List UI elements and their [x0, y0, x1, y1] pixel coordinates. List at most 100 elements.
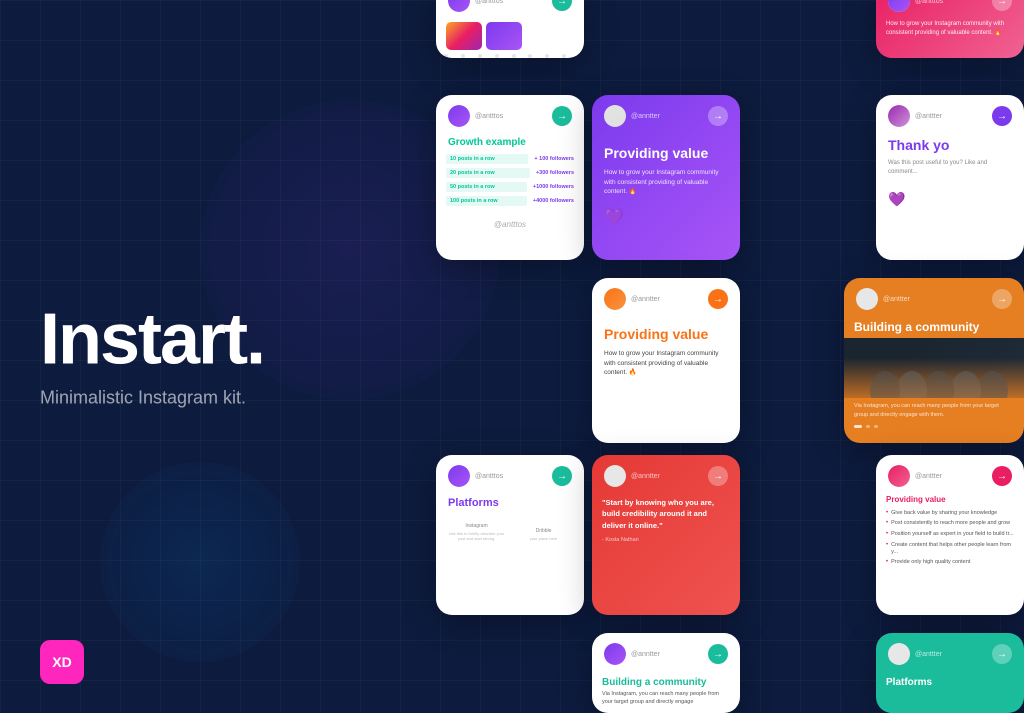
card-username: @anntter: [631, 473, 708, 480]
card-arrow: →: [992, 106, 1012, 126]
dribbble-label: Dribble: [536, 528, 552, 534]
platforms-title: Platforms: [436, 493, 584, 515]
card-providing-purple-header: @anntter →: [592, 95, 740, 133]
quote-text: "Start by knowing who you are, build cre…: [592, 493, 740, 535]
brand-subtitle: Minimalistic Instagram kit.: [40, 388, 264, 409]
xd-badge: XD: [40, 640, 84, 684]
thank-title: Thank yo: [876, 133, 1024, 159]
card-arrow: →: [708, 289, 728, 309]
platform-images: [436, 18, 584, 54]
providing-list-title: Providing value: [876, 493, 1024, 506]
card-building-bottom: @anntter → Building a community Via Inst…: [592, 633, 740, 713]
card-growth: @antttos → Growth example 10 posts in a …: [436, 95, 584, 260]
avatar: [888, 643, 910, 665]
growth-row-1: 10 posts in a row + 100 followers: [446, 154, 574, 164]
growth-row-4: 100 posts in a row +4000 followers: [446, 196, 574, 206]
brand-title: Instart.: [40, 304, 264, 376]
card-top-platforms: @antttos →: [436, 0, 584, 58]
dot: [545, 54, 549, 58]
avatar: [604, 643, 626, 665]
card-providing-white-header: @anntter →: [592, 278, 740, 316]
card-providing-white: @anntter → Providing value How to grow y…: [592, 278, 740, 443]
bullet: •: [886, 559, 888, 567]
dot: [512, 54, 516, 58]
bottom-building-title: Building a community: [592, 671, 740, 691]
card-building: @anttter → Building a community Via Inst…: [844, 278, 1024, 443]
card-arrow: →: [992, 644, 1012, 664]
thank-desc: Was this post useful to you? Like and co…: [876, 159, 1024, 177]
card-platforms-bottom-header: @anttter →: [876, 633, 1024, 671]
card-username: @antttos: [475, 473, 552, 480]
dot: [461, 54, 465, 58]
dot: [478, 54, 482, 58]
growth-value: +300 followers: [536, 170, 574, 176]
card-growth-header: @antttos →: [436, 95, 584, 133]
avatar-img: [604, 288, 626, 310]
bullet: •: [886, 531, 888, 539]
bullet: •: [886, 510, 888, 518]
card-arrow: →: [708, 466, 728, 486]
growth-label: 100 posts in a row: [446, 196, 527, 206]
mini-dot-grid: [436, 54, 584, 58]
card-top-platforms-header: @antttos →: [436, 0, 584, 18]
card-building-bottom-header: @anntter →: [592, 633, 740, 671]
building-desc-text: Via Instagram, you can reach many people…: [854, 402, 1014, 419]
branding-section: Instart. Minimalistic Instagram kit.: [40, 304, 264, 409]
avatar-img: [888, 0, 910, 12]
avatar: [856, 288, 878, 310]
bottom-building-desc: Via Instagram, you can reach many people…: [592, 691, 740, 706]
card-top-pink: @antttos → How to grow your Instagram co…: [876, 0, 1024, 58]
card-arrow: →: [708, 644, 728, 664]
value-item-4: • Create content that helps other people…: [886, 540, 1014, 557]
card-arrow: →: [708, 106, 728, 126]
card-platforms: @antttos → Platforms Instagram Use this …: [436, 455, 584, 615]
growth-label: 20 posts in a row: [446, 168, 530, 178]
card-arrow: →: [552, 466, 572, 486]
avatar: [448, 105, 470, 127]
card-username: @antttos: [915, 0, 992, 5]
providing-title: Providing value: [592, 141, 740, 168]
card-arrow: →: [992, 466, 1012, 486]
dot: [495, 54, 499, 58]
card-providing-purple: @anntter → Providing value How to grow y…: [592, 95, 740, 260]
growth-row-2: 20 posts in a row +300 followers: [446, 168, 574, 178]
card-username: @anttter: [915, 473, 992, 480]
bottom-platforms-title: Platforms: [876, 671, 1024, 691]
card-arrow: →: [552, 0, 572, 11]
instagram-desc: Use this to briefly describe your post a…: [446, 531, 507, 541]
instagram-label: Instagram: [465, 523, 487, 529]
avatar-img: [888, 465, 910, 487]
growth-value: + 100 followers: [534, 156, 574, 162]
card-username: @anttter: [915, 113, 992, 120]
growth-label: 10 posts in a row: [446, 154, 528, 164]
providing-desc-dark: How to grow your Instagram community wit…: [592, 349, 740, 378]
value-list: • Give back value by sharing your knowle…: [876, 506, 1024, 570]
dot: [444, 54, 448, 58]
avatar: [888, 105, 910, 127]
card-thank-you: @anttter → Thank yo Was this post useful…: [876, 95, 1024, 260]
growth-title: Growth example: [436, 133, 584, 154]
bullet: •: [886, 520, 888, 528]
growth-row-3: 50 posts in a row +1000 followers: [446, 182, 574, 192]
cards-area: @antttos → @antttos → How to grow: [424, 0, 1024, 712]
avatar: [448, 465, 470, 487]
card-arrow: →: [992, 0, 1012, 11]
avatar: [888, 0, 910, 12]
card-username: @anttter: [915, 651, 992, 658]
dribbble-platform: Dribble your place here: [513, 521, 574, 541]
card-platforms-bottom: @anttter → Platforms: [876, 633, 1024, 713]
growth-value: +1000 followers: [533, 184, 574, 190]
building-title: Building a community: [844, 316, 1024, 338]
growth-value: +4000 followers: [533, 198, 574, 204]
avatar-img: [448, 105, 470, 127]
providing-title-orange: Providing value: [592, 322, 740, 349]
card-providing-list: @anttter → Providing value • Give back v…: [876, 455, 1024, 615]
avatar-img: [448, 0, 470, 12]
value-item-2: • Post consistently to reach more people…: [886, 519, 1014, 530]
card-quote: @anntter → "Start by knowing who you are…: [592, 455, 740, 615]
card-username: @anntter: [631, 296, 708, 303]
avatar: [604, 105, 626, 127]
top-pink-content: How to grow your Instagram community wit…: [876, 18, 1024, 40]
avatar: [604, 288, 626, 310]
avatar-img: [888, 643, 910, 665]
